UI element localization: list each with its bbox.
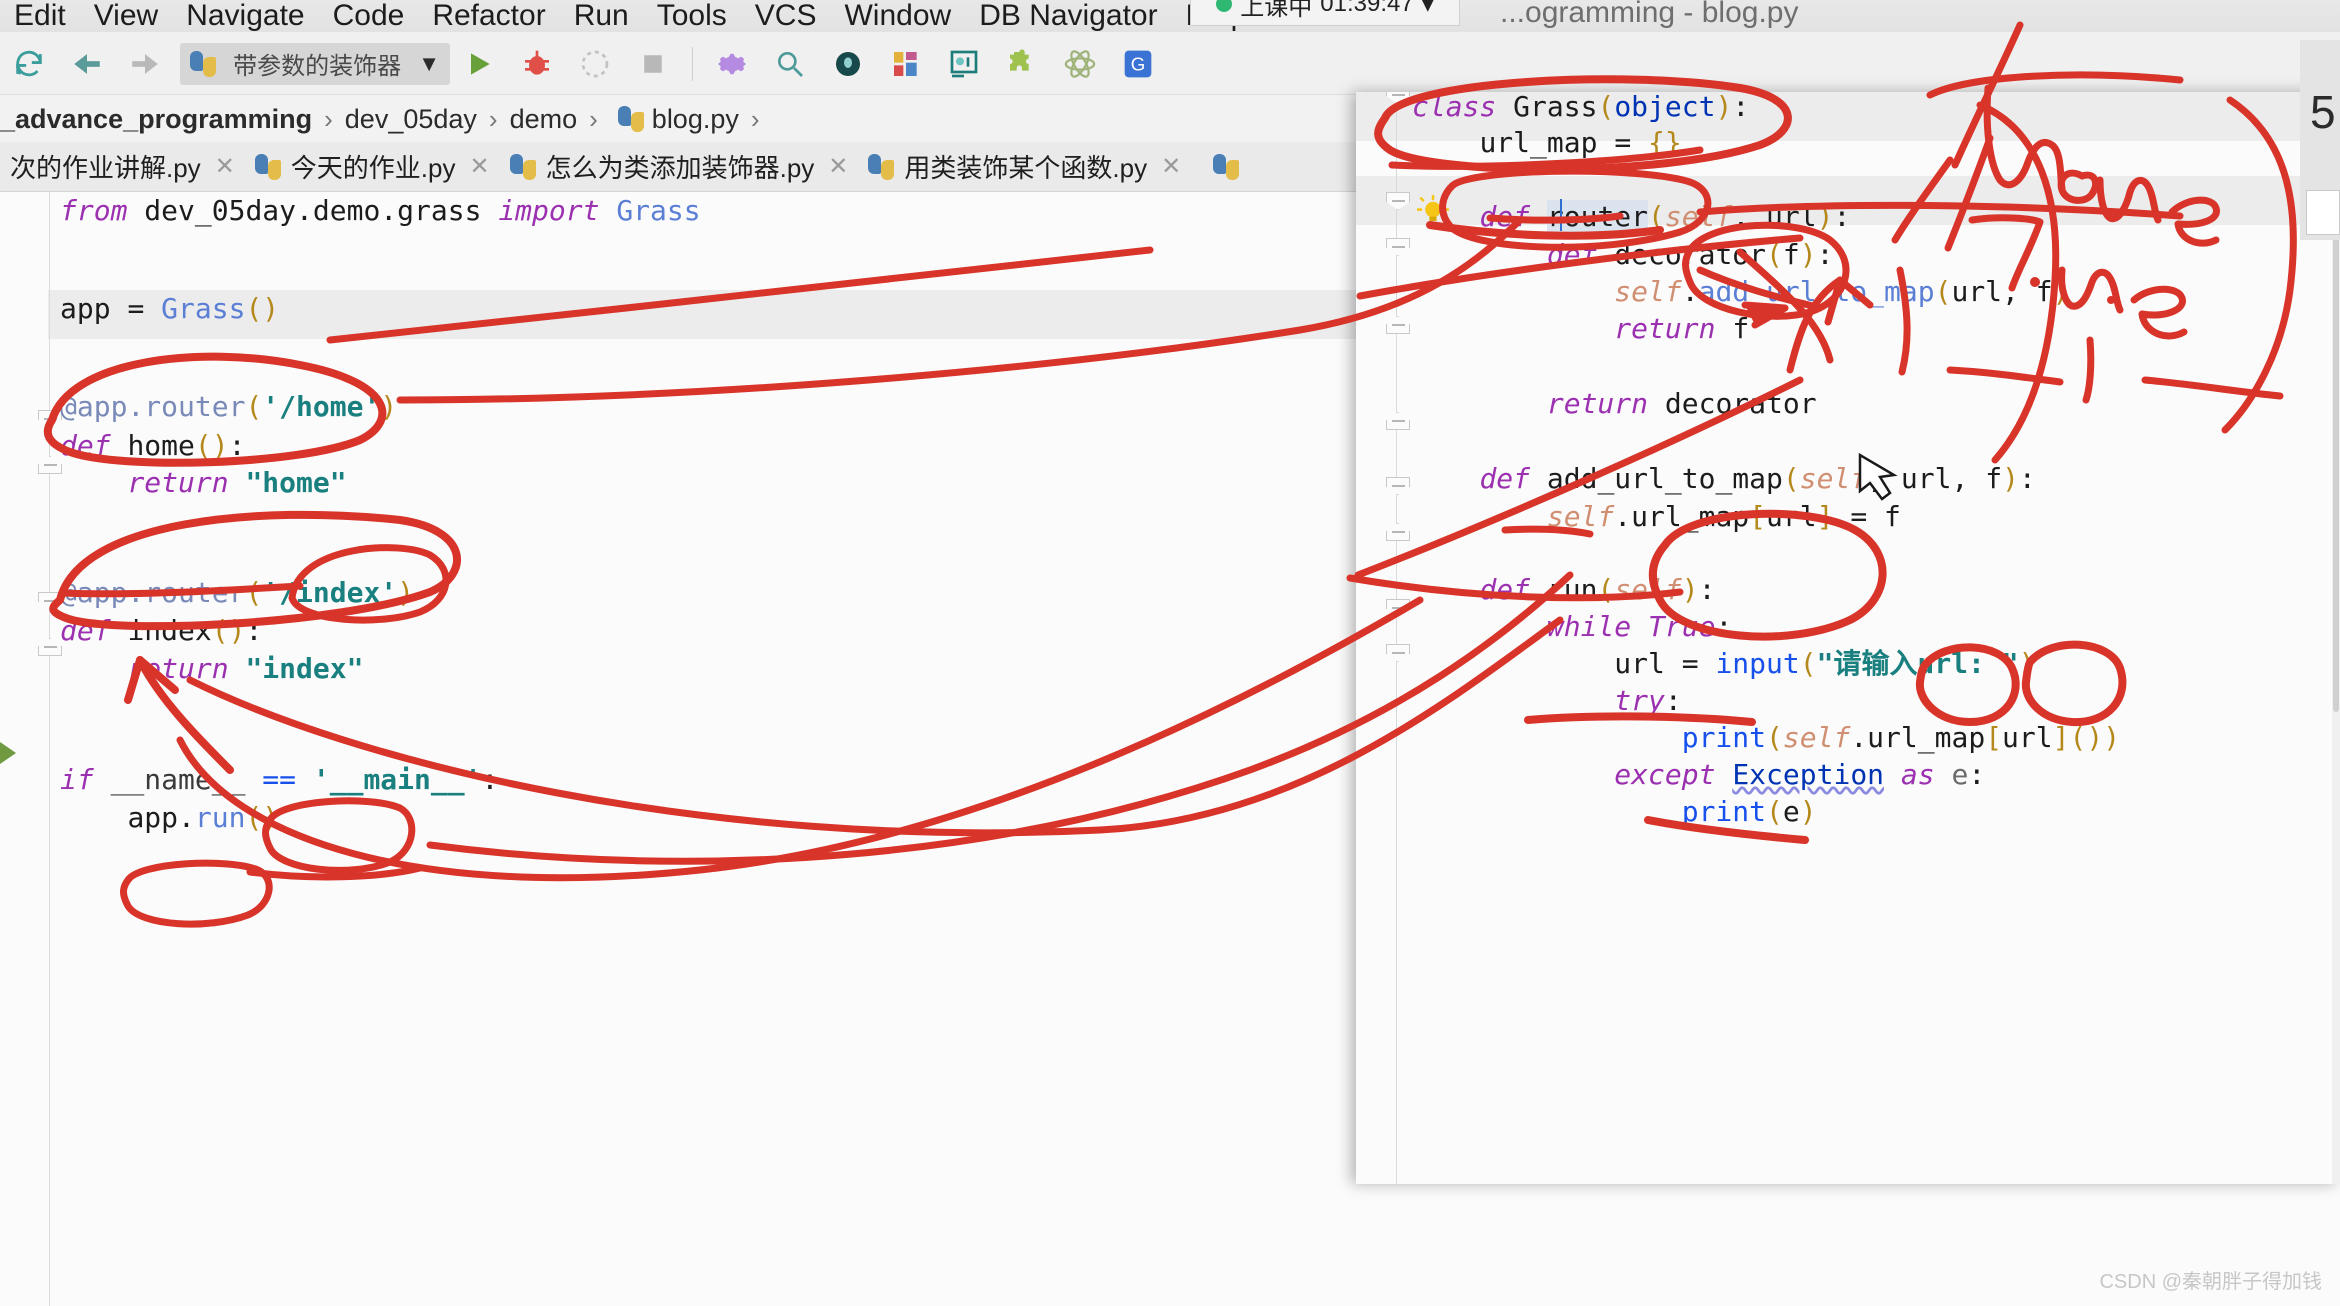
menu-item-refactor[interactable]: Refactor bbox=[418, 0, 559, 33]
close-icon[interactable]: ✕ bbox=[215, 152, 235, 181]
tab-label: 怎么为类添加装饰器.py bbox=[546, 148, 815, 185]
fold-marker-open[interactable] bbox=[1386, 599, 1410, 617]
google-translate-icon[interactable]: G bbox=[1115, 41, 1161, 87]
code-line: print(e) bbox=[1412, 787, 1817, 836]
code-line: return decorator bbox=[1412, 379, 1817, 428]
settings-gear-icon[interactable] bbox=[709, 41, 755, 87]
fold-marker-open[interactable] bbox=[1386, 238, 1410, 256]
code-line: return "index" bbox=[60, 644, 363, 693]
stop-icon[interactable] bbox=[630, 41, 676, 87]
menu-item-run[interactable]: Run bbox=[560, 0, 643, 33]
menu-item-code[interactable]: Code bbox=[319, 0, 419, 33]
tab-label: 次的作业讲解.py bbox=[10, 148, 201, 185]
fold-region-bar bbox=[1396, 662, 1397, 1162]
forward-arrow-icon[interactable] bbox=[122, 41, 168, 87]
charts-icon[interactable] bbox=[883, 41, 929, 87]
debug-icon[interactable] bbox=[514, 41, 560, 87]
menu-item-navigate[interactable]: Navigate bbox=[172, 0, 318, 33]
run-configuration-label: 带参数的装饰器 bbox=[216, 46, 418, 81]
toolbar-divider bbox=[692, 47, 693, 81]
timer-elapsed: 01:39:47 bbox=[1320, 0, 1413, 18]
svg-text:G: G bbox=[1131, 53, 1146, 74]
fold-region-bar bbox=[1396, 210, 1397, 238]
svg-text:5: 5 bbox=[2310, 86, 2336, 138]
editor-tab[interactable]: 用类装饰某个函数.py ✕ bbox=[858, 142, 1191, 192]
right-panel-box bbox=[2306, 190, 2340, 235]
breadcrumb-item-dev05day[interactable]: dev_05day bbox=[345, 104, 477, 135]
chevron-down-icon[interactable]: ▼ bbox=[418, 51, 440, 77]
search-everywhere-icon[interactable] bbox=[767, 41, 813, 87]
menu-item-view[interactable]: View bbox=[80, 0, 172, 33]
breadcrumb-separator: › bbox=[489, 104, 498, 135]
close-icon[interactable]: ✕ bbox=[828, 152, 848, 181]
menu-item-db-navigator[interactable]: DB Navigator bbox=[965, 0, 1171, 33]
code-line: app.run() bbox=[60, 793, 279, 842]
csdn-watermark: CSDN @秦朝胖子得加钱 bbox=[2099, 1265, 2322, 1294]
status-dot-icon bbox=[1216, 0, 1232, 12]
code-line: app = Grass() bbox=[60, 284, 279, 333]
fold-marker-end[interactable] bbox=[1386, 316, 1410, 334]
close-icon[interactable]: ✕ bbox=[469, 152, 489, 181]
editor-tab[interactable]: 今天的作业.py ✕ bbox=[245, 142, 500, 192]
breadcrumb-separator: › bbox=[324, 104, 333, 135]
fold-region-bar bbox=[49, 428, 50, 456]
fold-region-bar bbox=[1396, 256, 1397, 316]
code-line: from dev_05day.demo.grass import Grass bbox=[60, 186, 701, 235]
breadcrumb-item-blogpy[interactable]: blog.py bbox=[652, 104, 739, 135]
tab-label: 用类装饰某个函数.py bbox=[904, 148, 1147, 185]
plugin-puzzle-icon[interactable] bbox=[999, 41, 1045, 87]
menu-item-edit[interactable]: Edit bbox=[0, 0, 80, 33]
menu-item-tools[interactable]: Tools bbox=[643, 0, 741, 33]
python-file-icon bbox=[1213, 154, 1239, 180]
class-timer-widget[interactable]: 上课中 01:39:47 ▾ bbox=[1190, 0, 1460, 26]
fold-region-bar bbox=[1396, 104, 1397, 192]
overlay-scrollbar[interactable] bbox=[2332, 92, 2340, 1184]
breadcrumb-item-demo[interactable]: demo bbox=[510, 104, 578, 135]
python-file-icon bbox=[618, 106, 644, 132]
gutter-divider bbox=[49, 192, 50, 1306]
code-line: url_map = {} bbox=[1412, 118, 1682, 167]
back-arrow-icon[interactable] bbox=[64, 41, 110, 87]
breadcrumb-separator: › bbox=[751, 104, 760, 135]
python-file-icon bbox=[868, 154, 894, 180]
fold-marker-end[interactable] bbox=[1386, 523, 1410, 541]
editor-code-content[interactable]: from dev_05day.demo.grass import Grass a… bbox=[60, 192, 127, 780]
chevron-down-icon[interactable]: ▾ bbox=[1422, 0, 1434, 19]
floating-code-editor-grass-py[interactable]: class Grass(object): url_map = {} def ro… bbox=[1356, 92, 2340, 1184]
atom-science-icon[interactable] bbox=[1057, 41, 1103, 87]
editor-tab[interactable]: 怎么为类添加装饰器.py ✕ bbox=[500, 142, 859, 192]
fold-region-bar bbox=[49, 610, 50, 638]
breadcrumb-item-project[interactable]: _advance_programming bbox=[0, 104, 312, 135]
python-file-icon bbox=[255, 154, 281, 180]
menu-item-window[interactable]: Window bbox=[830, 0, 965, 33]
sync-icon[interactable] bbox=[6, 41, 52, 87]
run-with-coverage-icon[interactable] bbox=[572, 41, 618, 87]
editor-tab[interactable]: 次的作业讲解.py ✕ bbox=[0, 142, 245, 192]
overlay-code-content[interactable]: class Grass(object): url_map = {} def ro… bbox=[1412, 92, 1479, 974]
menu-item-vcs[interactable]: VCS bbox=[741, 0, 831, 33]
code-line: return f bbox=[1412, 304, 1749, 353]
python-file-icon bbox=[510, 154, 536, 180]
database-icon[interactable] bbox=[825, 41, 871, 87]
breadcrumb-separator: › bbox=[589, 104, 598, 135]
text-caret bbox=[1560, 199, 1562, 231]
python-file-icon bbox=[190, 51, 216, 77]
editor-tab-overflow[interactable] bbox=[1191, 142, 1259, 192]
timer-status-label: 上课中 bbox=[1240, 0, 1312, 22]
fold-marker-open[interactable] bbox=[1386, 477, 1410, 495]
right-side-panel-strip[interactable]: 5 bbox=[2300, 40, 2340, 240]
run-configuration-selector[interactable]: 带参数的装饰器 ▼ bbox=[180, 43, 450, 85]
fold-marker-end[interactable] bbox=[1386, 412, 1410, 430]
main-toolbar: 带参数的装饰器 ▼ bbox=[0, 33, 2340, 95]
fold-region-bar bbox=[1396, 495, 1397, 523]
run-gutter-icon[interactable] bbox=[0, 742, 16, 764]
datagrip-icon[interactable] bbox=[941, 41, 987, 87]
code-line: return "home" bbox=[60, 458, 347, 507]
close-icon[interactable]: ✕ bbox=[1161, 152, 1181, 181]
tab-label: 今天的作业.py bbox=[291, 148, 456, 185]
code-line: self.url_map[url] = f bbox=[1412, 492, 1901, 541]
fold-marker-open[interactable] bbox=[1386, 644, 1410, 662]
run-icon[interactable] bbox=[456, 41, 502, 87]
